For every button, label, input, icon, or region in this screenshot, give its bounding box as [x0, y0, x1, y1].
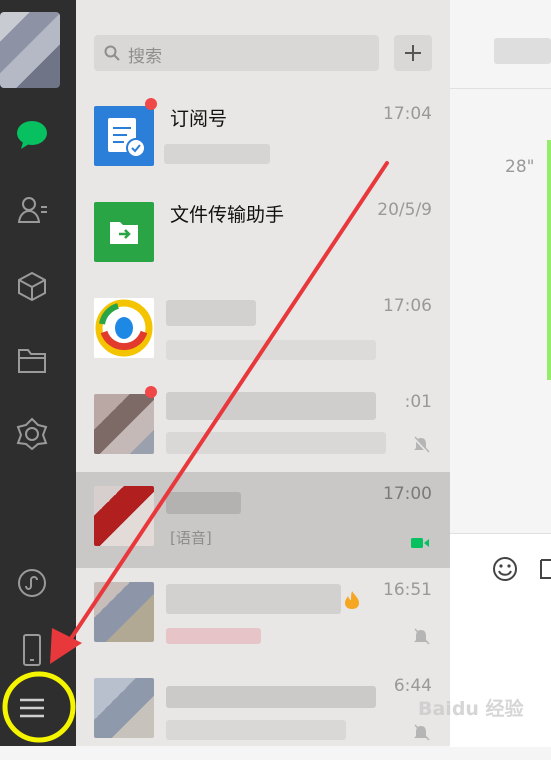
blurred-title — [166, 300, 256, 326]
search-placeholder: 搜索 — [128, 47, 162, 67]
mute-icon — [414, 628, 430, 645]
chat-panel: 28" — [450, 0, 551, 747]
blurred-title — [166, 392, 376, 420]
avatar — [94, 394, 154, 454]
list-item[interactable]: 17:06 — [76, 284, 450, 380]
chat-time: 17:00 — [383, 484, 432, 504]
favorites-icon[interactable] — [14, 268, 50, 304]
blurred-preview — [164, 144, 270, 164]
list-item[interactable]: 文件传输助手 20/5/9 — [76, 188, 450, 284]
emoji-icon[interactable] — [492, 556, 518, 582]
sidebar — [0, 0, 76, 746]
avatar — [94, 678, 154, 738]
mute-icon — [413, 436, 430, 454]
blurred-preview — [166, 628, 261, 644]
chat-time: 6:44 — [393, 676, 432, 696]
phone-icon[interactable] — [14, 632, 50, 668]
blurred-preview — [166, 340, 376, 360]
avatar — [94, 582, 154, 642]
unread-dot — [145, 98, 157, 110]
avatar — [94, 486, 154, 546]
blurred-title — [166, 584, 341, 614]
chat-time: 17:06 — [383, 296, 432, 316]
menu-icon[interactable] — [14, 690, 50, 726]
files-icon[interactable] — [14, 342, 50, 378]
chat-icon[interactable] — [14, 117, 50, 153]
voice-message-bubble[interactable] — [547, 140, 551, 380]
search-icon — [104, 45, 120, 61]
chat-time: :01 — [404, 392, 432, 412]
blurred-contact-name — [494, 38, 551, 64]
blurred-preview — [166, 720, 346, 740]
chat-time: 17:04 — [383, 104, 432, 124]
chat-title: 文件传输助手 — [170, 204, 285, 226]
list-item[interactable]: :01 — [76, 380, 450, 476]
blurred-preview — [166, 432, 386, 454]
fire-icon — [345, 591, 359, 609]
chat-time: 16:51 — [383, 580, 432, 600]
mute-icon — [414, 724, 430, 741]
video-call-icon — [411, 538, 429, 548]
watermark: Baidu 经验 — [418, 698, 524, 720]
avatar[interactable] — [0, 12, 60, 88]
voice-duration: 28" — [505, 157, 535, 177]
add-button[interactable] — [394, 35, 432, 71]
chat-preview: [语音] — [170, 529, 212, 547]
chat-header — [450, 0, 551, 89]
list-item[interactable]: 16:51 — [76, 568, 450, 664]
miniprogram-icon[interactable] — [14, 565, 50, 601]
list-item[interactable]: 订阅号 17:04 — [76, 92, 450, 188]
chat-list: 搜索 订阅号 17:04 文件传输助手 20/5/9 17:06 :01 17:… — [76, 0, 450, 746]
unread-dot — [145, 386, 157, 398]
folder-icon[interactable] — [539, 556, 551, 582]
moments-icon[interactable] — [14, 416, 50, 452]
search-input[interactable]: 搜索 — [94, 35, 379, 71]
blurred-title — [166, 686, 376, 708]
app-logo-icon — [94, 298, 154, 358]
plus-icon — [405, 45, 421, 61]
subscription-icon — [94, 106, 154, 166]
chat-time: 20/5/9 — [377, 200, 432, 220]
blurred-title — [166, 492, 241, 514]
chat-title: 订阅号 — [170, 108, 228, 130]
contacts-icon[interactable] — [14, 192, 50, 228]
file-transfer-icon — [94, 202, 154, 262]
list-item[interactable]: 17:00 [语音] — [76, 472, 450, 568]
